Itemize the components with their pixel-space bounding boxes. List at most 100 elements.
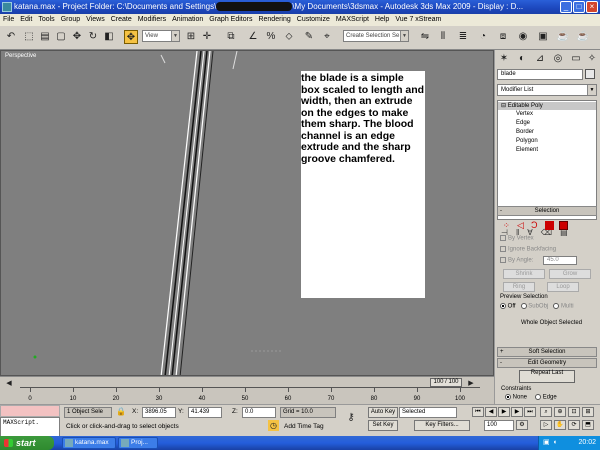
stack-item-edge[interactable]: Edge [498, 119, 596, 128]
object-color-swatch[interactable] [585, 69, 595, 79]
quick-render-icon[interactable]: ☕ [576, 30, 590, 44]
create-tab-icon[interactable]: ✶ [497, 52, 511, 66]
preview-multi-radio[interactable] [553, 303, 560, 309]
ignore-backfacing-option[interactable]: Ignore Backfacing [500, 246, 556, 253]
field-of-view-icon[interactable]: ▷ [540, 420, 552, 430]
mirror-icon[interactable]: ⇋ [418, 30, 432, 44]
percent-snap-icon[interactable]: % [264, 30, 278, 44]
lock-selection-icon[interactable]: 🔒 [114, 405, 128, 419]
utilities-tab-icon[interactable]: ✧ [585, 52, 599, 66]
x-coordinate-field[interactable]: 3896.05 [142, 407, 176, 418]
modifier-list-dropdown[interactable]: Modifier List ▼ [497, 84, 597, 96]
start-button[interactable]: start [0, 436, 54, 450]
time-left-arrow-icon[interactable]: ◀ [2, 377, 16, 391]
go-to-end-icon[interactable]: ⏭ [524, 407, 536, 417]
stack-item-editable-poly[interactable]: ⊟ Editable Poly [498, 102, 596, 110]
z-coordinate-field[interactable]: 0.0 [242, 407, 276, 418]
menu-vue-xstream[interactable]: Vue 7 xStream [392, 14, 444, 26]
maxscript-mini-listener[interactable]: MAXScript. [0, 417, 60, 437]
selection-rollout-header[interactable]: - Selection [497, 206, 597, 216]
by-vertex-checkbox[interactable] [500, 235, 506, 241]
snap-icon[interactable]: ⧉ [224, 30, 238, 44]
preview-multi-option[interactable]: Multi [553, 303, 574, 310]
preview-subobj-radio[interactable] [520, 303, 527, 309]
modify-tab-icon[interactable]: ◐ [515, 52, 529, 66]
menu-rendering[interactable]: Rendering [255, 14, 293, 26]
material-editor-icon[interactable]: ◉ [516, 30, 530, 44]
zoom-extents-icon[interactable]: ⊡ [568, 407, 580, 417]
next-frame-icon[interactable]: ▶ [511, 407, 523, 417]
menu-edit[interactable]: Edit [17, 14, 35, 26]
by-angle-checkbox[interactable] [500, 257, 506, 263]
render-setup-icon[interactable]: ▣ [536, 30, 550, 44]
zoom-icon[interactable]: ⌕ [540, 407, 552, 417]
pivot-icon[interactable]: ⊞ [184, 30, 198, 44]
perspective-viewport[interactable]: Perspective the blade is a simple box sc… [0, 50, 494, 376]
motion-tab-icon[interactable]: ◎ [551, 52, 565, 66]
angle-snap-icon[interactable]: ∠ [246, 30, 260, 44]
soft-selection-rollout-header[interactable]: + Soft Selection [497, 347, 597, 357]
named-selection-sets-dropdown[interactable]: Create Selection Se ▼ [343, 30, 409, 42]
taskbar-item-project[interactable]: Proj... [118, 437, 158, 449]
stack-item-element[interactable]: Element [498, 146, 596, 155]
menu-maxscript[interactable]: MAXScript [333, 14, 372, 26]
time-slider[interactable]: 100 / 100 [430, 378, 462, 387]
region-select-icon[interactable]: ▢ [54, 30, 68, 44]
network-icon[interactable]: ▣ [543, 436, 550, 450]
object-name-field[interactable]: blade [497, 69, 583, 80]
menu-create[interactable]: Create [108, 14, 135, 26]
select-and-move-icon[interactable]: ✥ [124, 30, 138, 44]
edit-named-sets-icon[interactable]: ✎ [302, 30, 316, 44]
link-icon[interactable]: ✛ [200, 30, 214, 44]
menu-graph-editors[interactable]: Graph Editors [206, 14, 255, 26]
time-tag-icon[interactable]: ◷ [268, 420, 279, 431]
add-time-tag[interactable]: Add Time Tag [284, 423, 324, 430]
pan-icon[interactable]: ✋ [554, 420, 566, 430]
element-level-icon[interactable] [559, 221, 568, 230]
stack-item-border[interactable]: Border [498, 128, 596, 137]
menu-group[interactable]: Group [58, 14, 83, 26]
vertex-level-icon[interactable]: ⁘ [503, 221, 512, 230]
menu-views[interactable]: Views [83, 14, 108, 26]
previous-frame-icon[interactable]: ◀ [485, 407, 497, 417]
key-icon[interactable]: ⚷ [344, 411, 358, 425]
menu-tools[interactable]: Tools [35, 14, 57, 26]
polygon-level-icon[interactable] [545, 221, 554, 230]
scale-icon[interactable]: ◧ [102, 30, 116, 44]
border-level-icon[interactable]: Ͻ [531, 221, 540, 230]
volume-icon[interactable]: ◖ [553, 436, 557, 450]
menu-customize[interactable]: Customize [294, 14, 333, 26]
hierarchy-tab-icon[interactable]: ⊿ [533, 52, 547, 66]
window-title-bar[interactable]: katana.max - Project Folder: C:\Document… [0, 0, 600, 14]
constraint-edge-radio[interactable] [535, 394, 542, 400]
zoom-extents-all-icon[interactable]: ⊞ [582, 407, 594, 417]
menu-help[interactable]: Help [372, 14, 392, 26]
taskbar-item-katana[interactable]: katana.max [62, 437, 116, 449]
stack-item-polygon[interactable]: Polygon [498, 137, 596, 146]
move-icon[interactable]: ✥ [70, 30, 84, 44]
schematic-view-icon[interactable]: ⧈ [496, 30, 510, 44]
render-frame-icon[interactable]: ☕ [556, 30, 570, 44]
maximize-button[interactable]: □ [573, 1, 585, 13]
constraint-none-option[interactable]: None [505, 394, 527, 401]
spinner-snap-icon[interactable]: ⬦ [282, 30, 296, 44]
minimize-button[interactable]: _ [560, 1, 572, 13]
close-button[interactable]: × [586, 1, 598, 13]
ignore-backfacing-checkbox[interactable] [500, 246, 506, 252]
edge-level-icon[interactable]: ◁ [517, 221, 526, 230]
undo-icon[interactable]: ↶ [4, 30, 18, 44]
time-config-icon[interactable]: ⚙ [516, 420, 528, 430]
layer-manager-icon[interactable]: ≣ [456, 30, 470, 44]
zoom-all-icon[interactable]: ⊕ [554, 407, 566, 417]
display-tab-icon[interactable]: ▭ [569, 52, 583, 66]
select-object-icon[interactable]: ⬚ [22, 30, 36, 44]
by-vertex-option[interactable]: By Vertex [500, 235, 534, 242]
key-filter-dropdown[interactable]: Selected [399, 407, 457, 418]
auto-key-button[interactable]: Auto Key [368, 407, 398, 418]
menu-modifiers[interactable]: Modifiers [135, 14, 169, 26]
menu-animation[interactable]: Animation [169, 14, 206, 26]
grow-button[interactable]: Grow [549, 269, 591, 279]
reference-coordinate-dropdown[interactable]: View ▼ [142, 30, 180, 42]
shrink-button[interactable]: Shrink [503, 269, 545, 279]
align-icon[interactable]: ⫴ [436, 30, 450, 44]
